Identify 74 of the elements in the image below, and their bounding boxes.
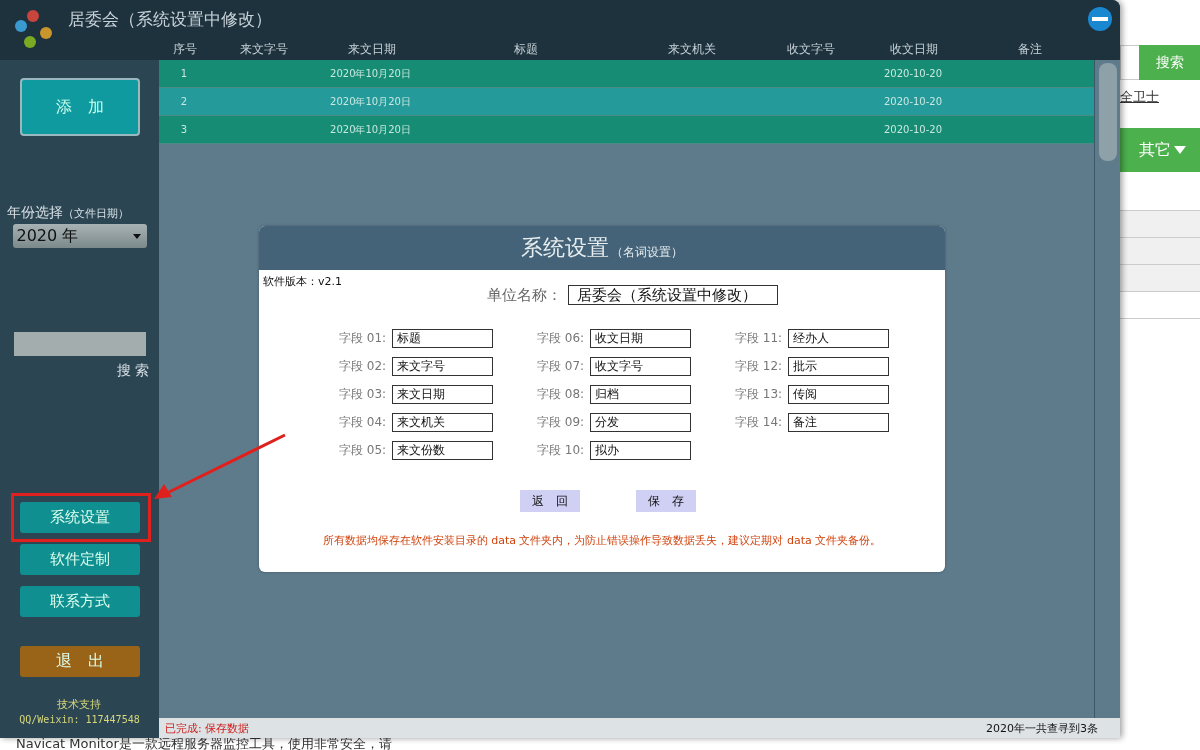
field-label: 字段 11: [735, 329, 784, 347]
field-input[interactable]: 来文份数 [392, 440, 493, 460]
web-link[interactable]: 全卫士 [1120, 88, 1159, 106]
field-label: 字段 12: [735, 357, 784, 375]
field-label: 字段 04: [339, 413, 388, 431]
logo-icon [13, 9, 55, 51]
field-input[interactable]: 来文字号 [392, 356, 493, 376]
field-input[interactable]: 标题 [392, 328, 493, 348]
field-label: 字段 05: [339, 441, 388, 459]
column-header: 备注 [1017, 40, 1043, 58]
search-field[interactable] [13, 332, 146, 356]
field-label: 字段 14: [735, 413, 784, 431]
field-input[interactable]: 拟办 [590, 440, 691, 460]
caret-icon [132, 233, 141, 239]
year-select[interactable]: 2020 年 [12, 224, 147, 248]
field-input[interactable]: 收文日期 [590, 328, 691, 348]
column-header: 来文字号 [239, 40, 289, 58]
table-cell-text: 2020-10-20 [882, 68, 944, 79]
field-label: 字段 03: [339, 385, 388, 403]
column-header: 标题 [512, 40, 539, 58]
menu-button[interactable]: 软件定制 [19, 544, 140, 575]
year-hint: （文件日期） [62, 206, 129, 221]
menu-button[interactable]: 联系方式 [19, 586, 140, 617]
result-count: 2020年一共查寻到3条 [986, 720, 1098, 736]
version-text: 软件版本：v2.1 [263, 274, 342, 289]
status-text: 已完成: 保存数据 [165, 720, 250, 736]
table-cell-text: 2 [179, 96, 189, 107]
table-cell-text: 2020年10月20日 [329, 122, 412, 137]
field-label: 字段 07: [537, 357, 586, 375]
field-label: 字段 10: [537, 441, 586, 459]
year-label: 年份选择 [6, 204, 63, 222]
window-title: 居委会（系统设置中修改） [68, 7, 272, 31]
field-input[interactable]: 分发 [590, 412, 691, 432]
field-label: 字段 06: [537, 329, 586, 347]
field-label: 字段 08: [537, 385, 586, 403]
table-cell-text: 1 [179, 68, 189, 79]
column-header: 来文日期 [346, 40, 397, 58]
column-header: 收文字号 [785, 40, 836, 58]
unit-name-field[interactable]: 居委会（系统设置中修改） [567, 285, 778, 305]
caret-icon [1173, 146, 1186, 154]
field-label: 字段 09: [537, 413, 586, 431]
field-input[interactable]: 来文机关 [392, 412, 493, 432]
field-input[interactable]: 经办人 [788, 328, 889, 348]
column-header: 收文日期 [889, 40, 939, 58]
dialog-button[interactable]: 保 存 [636, 490, 696, 512]
field-input[interactable]: 批示 [788, 356, 889, 376]
table-cell-text: 2020年10月20日 [329, 94, 412, 109]
table-cell-text: 3 [179, 124, 189, 135]
scrollbar-thumb[interactable] [1098, 63, 1117, 161]
support-contact: QQ/Weixin: 117447548 [19, 714, 140, 725]
backup-notice: 所有数据均保存在软件安装目录的 data 文件夹内，为防止错误操作导致数据丢失，建议定期对 data 文件夹备份。 [321, 533, 883, 548]
menu-button[interactable]: 退 出 [19, 646, 140, 677]
table-cell-text: 2020-10-20 [882, 96, 944, 107]
column-header: 来文机关 [667, 40, 717, 58]
field-label: 字段 01: [339, 329, 388, 347]
table-cell-text: 2020年10月20日 [329, 66, 412, 81]
minimize-icon[interactable] [1088, 7, 1112, 31]
dialog-subtitle: （名词设置） [611, 243, 683, 261]
field-input[interactable]: 来文日期 [392, 384, 493, 404]
menu-button[interactable]: 系统设置 [19, 502, 140, 533]
dialog-button[interactable]: 返 回 [520, 490, 580, 512]
field-input[interactable]: 备注 [788, 412, 889, 432]
search-button[interactable]: 搜 索 [117, 362, 150, 380]
field-input[interactable]: 归档 [590, 384, 691, 404]
table-cell-text: 2020-10-20 [882, 124, 944, 135]
field-label: 字段 02: [339, 357, 388, 375]
field-input[interactable]: 收文字号 [590, 356, 691, 376]
unit-label: 单位名称： [486, 285, 562, 305]
field-label: 字段 13: [735, 385, 784, 403]
field-input[interactable]: 传阅 [788, 384, 889, 404]
support-title: 技术支持 [57, 697, 102, 712]
scrollbar[interactable] [1094, 60, 1120, 718]
column-header: 序号 [172, 40, 198, 58]
dialog-title: 系统设置 [521, 234, 609, 262]
